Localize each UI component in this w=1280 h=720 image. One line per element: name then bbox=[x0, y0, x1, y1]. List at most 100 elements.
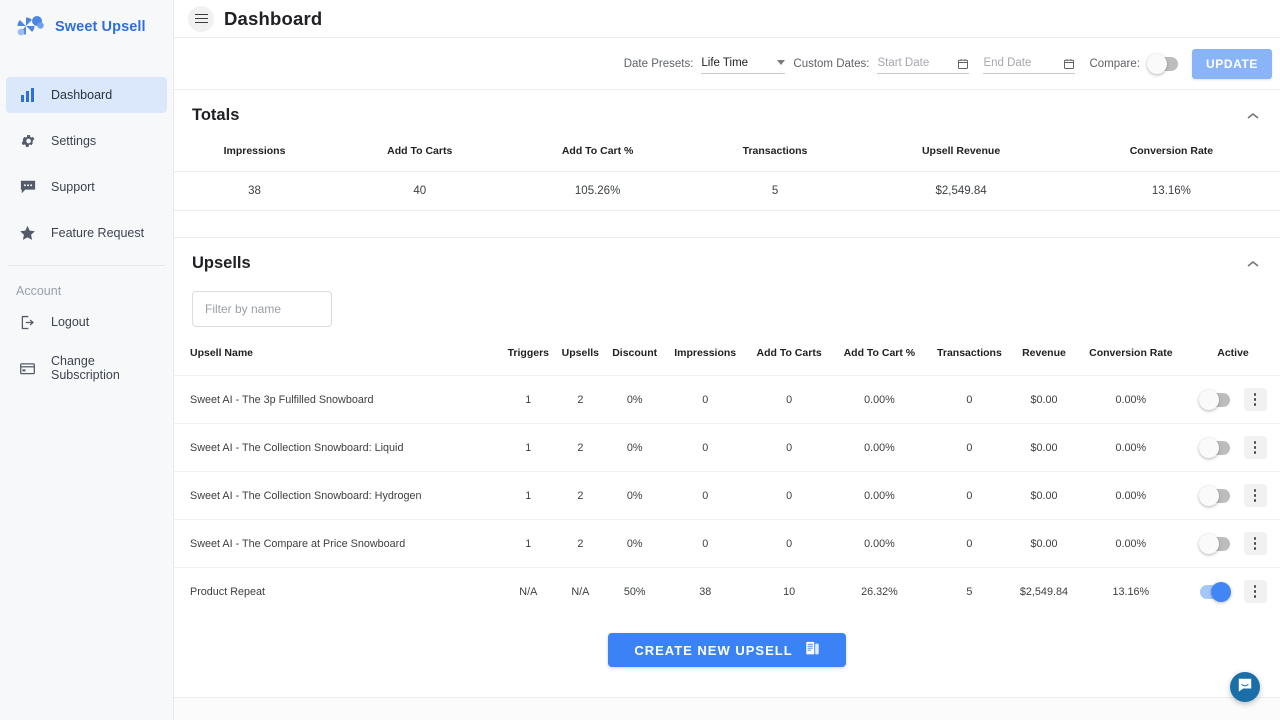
logout-icon bbox=[18, 313, 37, 332]
sidebar: Sweet Upsell Dashboard Settings bbox=[0, 0, 174, 720]
upsell-transactions-cell: 0 bbox=[927, 472, 1013, 520]
totals-title: Totals bbox=[192, 106, 239, 125]
upsell-impressions-cell: 38 bbox=[664, 568, 746, 616]
totals-table: ImpressionsAdd To CartsAdd To Cart %Tran… bbox=[174, 139, 1280, 211]
upsells-card-header: Upsells bbox=[174, 238, 1280, 287]
totals-column-header: Add To Carts bbox=[335, 139, 505, 172]
table-row: Product RepeatN/AN/A50%381026.32%5$2,549… bbox=[174, 568, 1280, 616]
upsell-triggers-cell: N/A bbox=[501, 568, 556, 616]
start-date-input[interactable]: Start Date bbox=[877, 54, 969, 74]
totals-value-row: 3840105.26%5$2,549.8413.16% bbox=[174, 172, 1280, 211]
upsell-actions-cell bbox=[1186, 376, 1280, 424]
gear-icon bbox=[18, 132, 37, 151]
upsell-upsells-cell: 2 bbox=[556, 520, 605, 568]
hamburger-icon[interactable] bbox=[188, 6, 214, 32]
upsell-upsells-cell: 2 bbox=[556, 472, 605, 520]
upsell-triggers-cell: 1 bbox=[501, 424, 556, 472]
start-date-placeholder: Start Date bbox=[877, 57, 929, 69]
kebab-menu-icon[interactable] bbox=[1244, 436, 1267, 459]
upsell-conversion-rate-cell: 0.00% bbox=[1076, 376, 1186, 424]
upsell-actions-cell bbox=[1186, 472, 1280, 520]
sidebar-nav: Dashboard Settings Support bbox=[0, 53, 173, 251]
bar-chart-icon bbox=[18, 86, 37, 105]
upsells-column-header: Impressions bbox=[664, 347, 746, 376]
totals-value-cell: $2,549.84 bbox=[859, 172, 1063, 211]
update-button[interactable]: UPDATE bbox=[1192, 49, 1272, 79]
upsell-active-toggle[interactable] bbox=[1200, 537, 1230, 551]
upsell-add-to-carts-cell: 0 bbox=[746, 424, 832, 472]
totals-card-header: Totals bbox=[174, 90, 1280, 139]
totals-value-cell: 13.16% bbox=[1063, 172, 1280, 211]
end-date-input[interactable]: End Date bbox=[983, 54, 1075, 74]
document-icon bbox=[805, 641, 820, 660]
upsell-actions-cell bbox=[1186, 424, 1280, 472]
upsells-column-header: Revenue bbox=[1012, 347, 1075, 376]
upsell-upsells-cell: 2 bbox=[556, 424, 605, 472]
upsell-name-cell: Sweet AI - The Compare at Price Snowboar… bbox=[174, 520, 501, 568]
upsell-impressions-cell: 0 bbox=[664, 472, 746, 520]
create-new-upsell-label: CREATE NEW UPSELL bbox=[634, 643, 792, 658]
chevron-up-icon[interactable] bbox=[1244, 255, 1262, 273]
table-row: Sweet AI - The Collection Snowboard: Hyd… bbox=[174, 472, 1280, 520]
star-icon bbox=[18, 224, 37, 243]
sidebar-item-settings[interactable]: Settings bbox=[6, 123, 167, 159]
upsell-discount-cell: 50% bbox=[605, 568, 664, 616]
calendar-icon[interactable] bbox=[1063, 57, 1075, 69]
upsell-active-toggle[interactable] bbox=[1200, 585, 1230, 599]
upsell-conversion-rate-cell: 0.00% bbox=[1076, 424, 1186, 472]
calendar-icon[interactable] bbox=[957, 57, 969, 69]
intercom-launcher[interactable] bbox=[1230, 672, 1260, 702]
filter-by-name-input[interactable] bbox=[192, 291, 332, 327]
upsell-revenue-cell: $0.00 bbox=[1012, 376, 1075, 424]
sidebar-item-label: Feature Request bbox=[51, 226, 144, 240]
upsell-triggers-cell: 1 bbox=[501, 472, 556, 520]
create-new-upsell-button[interactable]: CREATE NEW UPSELL bbox=[608, 633, 845, 667]
upsell-transactions-cell: 0 bbox=[927, 376, 1013, 424]
sidebar-account-label: Account bbox=[0, 266, 173, 304]
upsells-column-header: Upsell Name bbox=[174, 347, 501, 376]
upsell-discount-cell: 0% bbox=[605, 376, 664, 424]
table-row: Sweet AI - The Collection Snowboard: Liq… bbox=[174, 424, 1280, 472]
page-title: Dashboard bbox=[224, 8, 322, 30]
sidebar-item-logout[interactable]: Logout bbox=[6, 304, 167, 340]
upsell-name-cell: Sweet AI - The Collection Snowboard: Hyd… bbox=[174, 472, 501, 520]
sidebar-item-support[interactable]: Support bbox=[6, 169, 167, 205]
sidebar-item-dashboard[interactable]: Dashboard bbox=[6, 77, 167, 113]
kebab-menu-icon[interactable] bbox=[1244, 388, 1267, 411]
upsell-add-to-cart-pct-cell: 0.00% bbox=[832, 472, 927, 520]
brand[interactable]: Sweet Upsell bbox=[0, 0, 173, 53]
kebab-menu-icon[interactable] bbox=[1244, 580, 1267, 603]
totals-header-row: ImpressionsAdd To CartsAdd To Cart %Tran… bbox=[174, 139, 1280, 172]
upsell-active-toggle[interactable] bbox=[1200, 393, 1230, 407]
kebab-menu-icon[interactable] bbox=[1244, 532, 1267, 555]
upsell-add-to-carts-cell: 0 bbox=[746, 520, 832, 568]
upsell-discount-cell: 0% bbox=[605, 520, 664, 568]
upsells-column-header: Add To Carts bbox=[746, 347, 832, 376]
credit-card-icon bbox=[18, 359, 37, 378]
compare-toggle[interactable] bbox=[1148, 57, 1178, 71]
upsell-revenue-cell: $0.00 bbox=[1012, 424, 1075, 472]
date-filter-bar: Date Presets: Life Time Custom Dates: St… bbox=[174, 38, 1280, 90]
sidebar-item-change-subscription[interactable]: Change Subscription bbox=[6, 350, 167, 386]
upsell-active-toggle[interactable] bbox=[1200, 489, 1230, 503]
chevron-up-icon[interactable] bbox=[1244, 107, 1262, 125]
totals-value-cell: 38 bbox=[174, 172, 335, 211]
totals-card: Totals ImpressionsAdd To CartsAdd To Car… bbox=[174, 90, 1280, 238]
kebab-menu-icon[interactable] bbox=[1244, 484, 1267, 507]
upsell-conversion-rate-cell: 0.00% bbox=[1076, 520, 1186, 568]
sidebar-item-label: Dashboard bbox=[51, 88, 112, 102]
sidebar-item-label: Logout bbox=[51, 315, 89, 329]
date-preset-select[interactable]: Life Time bbox=[701, 54, 785, 74]
totals-column-header: Conversion Rate bbox=[1063, 139, 1280, 172]
sidebar-item-feature-request[interactable]: Feature Request bbox=[6, 215, 167, 251]
date-preset-value: Life Time bbox=[701, 57, 748, 69]
upsell-name-cell: Sweet AI - The Collection Snowboard: Liq… bbox=[174, 424, 501, 472]
upsell-add-to-carts-cell: 0 bbox=[746, 472, 832, 520]
end-date-placeholder: End Date bbox=[983, 57, 1031, 69]
create-upsell-wrap: CREATE NEW UPSELL bbox=[174, 615, 1280, 697]
upsells-card: Upsells Upsell NameTriggersUpsellsDiscou… bbox=[174, 238, 1280, 698]
upsell-active-toggle[interactable] bbox=[1200, 441, 1230, 455]
totals-spacer bbox=[174, 211, 1280, 237]
upsell-add-to-carts-cell: 0 bbox=[746, 376, 832, 424]
app-root: Sweet Upsell Dashboard Settings bbox=[0, 0, 1280, 720]
